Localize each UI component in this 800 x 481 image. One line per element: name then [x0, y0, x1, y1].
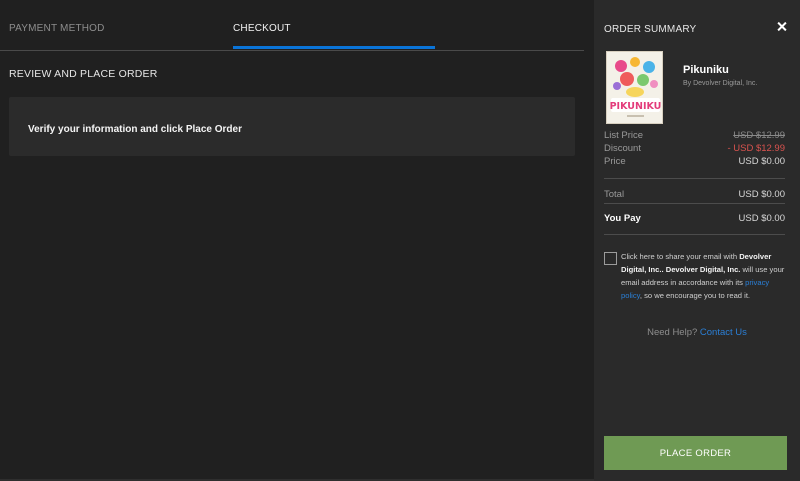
summary-divider	[604, 203, 785, 204]
order-summary-title: ORDER SUMMARY	[604, 24, 697, 35]
discount-row: Discount - USD $12.99	[604, 143, 785, 154]
share-email-checkbox[interactable]	[604, 252, 617, 265]
total-label: Total	[604, 189, 625, 200]
you-pay-row: You Pay USD $0.00	[604, 213, 785, 224]
order-summary-panel: ORDER SUMMARY PIKUNIKU Pikuniku By Devol…	[594, 0, 800, 481]
section-title: REVIEW AND PLACE ORDER	[9, 68, 158, 80]
consent-text-3: , so we encourage you to read it.	[639, 291, 751, 300]
product-publisher: By Devolver Digital, Inc.	[683, 80, 758, 87]
tab-payment-method[interactable]: PAYMENT METHOD	[9, 23, 105, 34]
list-price-row: List Price USD $12.99	[604, 130, 785, 141]
summary-divider	[604, 234, 785, 235]
list-price-label: List Price	[604, 130, 644, 141]
need-help: Need Help? Contact Us	[594, 327, 800, 338]
share-email-consent-text: Click here to share your email with Devo…	[621, 250, 791, 302]
pikuniku-cover-art: PIKUNIKU	[607, 52, 662, 123]
active-tab-indicator	[233, 46, 435, 49]
product-name: Pikuniku	[683, 64, 729, 76]
list-price-value: USD $12.99	[733, 130, 785, 141]
verify-info-box: Verify your information and click Place …	[9, 97, 575, 156]
total-row: Total USD $0.00	[604, 189, 785, 200]
place-order-button[interactable]: PLACE ORDER	[604, 436, 787, 470]
discount-label: Discount	[604, 143, 641, 154]
you-pay-label: You Pay	[604, 213, 641, 224]
close-icon[interactable]	[774, 19, 790, 35]
you-pay-value: USD $0.00	[738, 213, 785, 224]
discount-value: - USD $12.99	[727, 143, 785, 154]
contact-us-link[interactable]: Contact Us	[700, 327, 747, 338]
game-cover-image: PIKUNIKU	[606, 51, 663, 124]
checkout-panel: PAYMENT METHOD CHECKOUT REVIEW AND PLACE…	[0, 0, 594, 481]
consent-text-1: Click here to share your email with	[621, 252, 738, 261]
price-value: USD $0.00	[738, 156, 785, 167]
tab-checkout[interactable]: CHECKOUT	[233, 23, 291, 34]
summary-divider	[604, 178, 785, 179]
need-help-text: Need Help?	[647, 327, 698, 338]
price-label: Price	[604, 156, 626, 167]
checkout-tabs: PAYMENT METHOD CHECKOUT	[0, 0, 584, 51]
cover-logo: PIKUNIKU	[610, 101, 662, 112]
total-value: USD $0.00	[738, 189, 785, 200]
price-row: Price USD $0.00	[604, 156, 785, 167]
verify-info-text: Verify your information and click Place …	[28, 124, 242, 135]
